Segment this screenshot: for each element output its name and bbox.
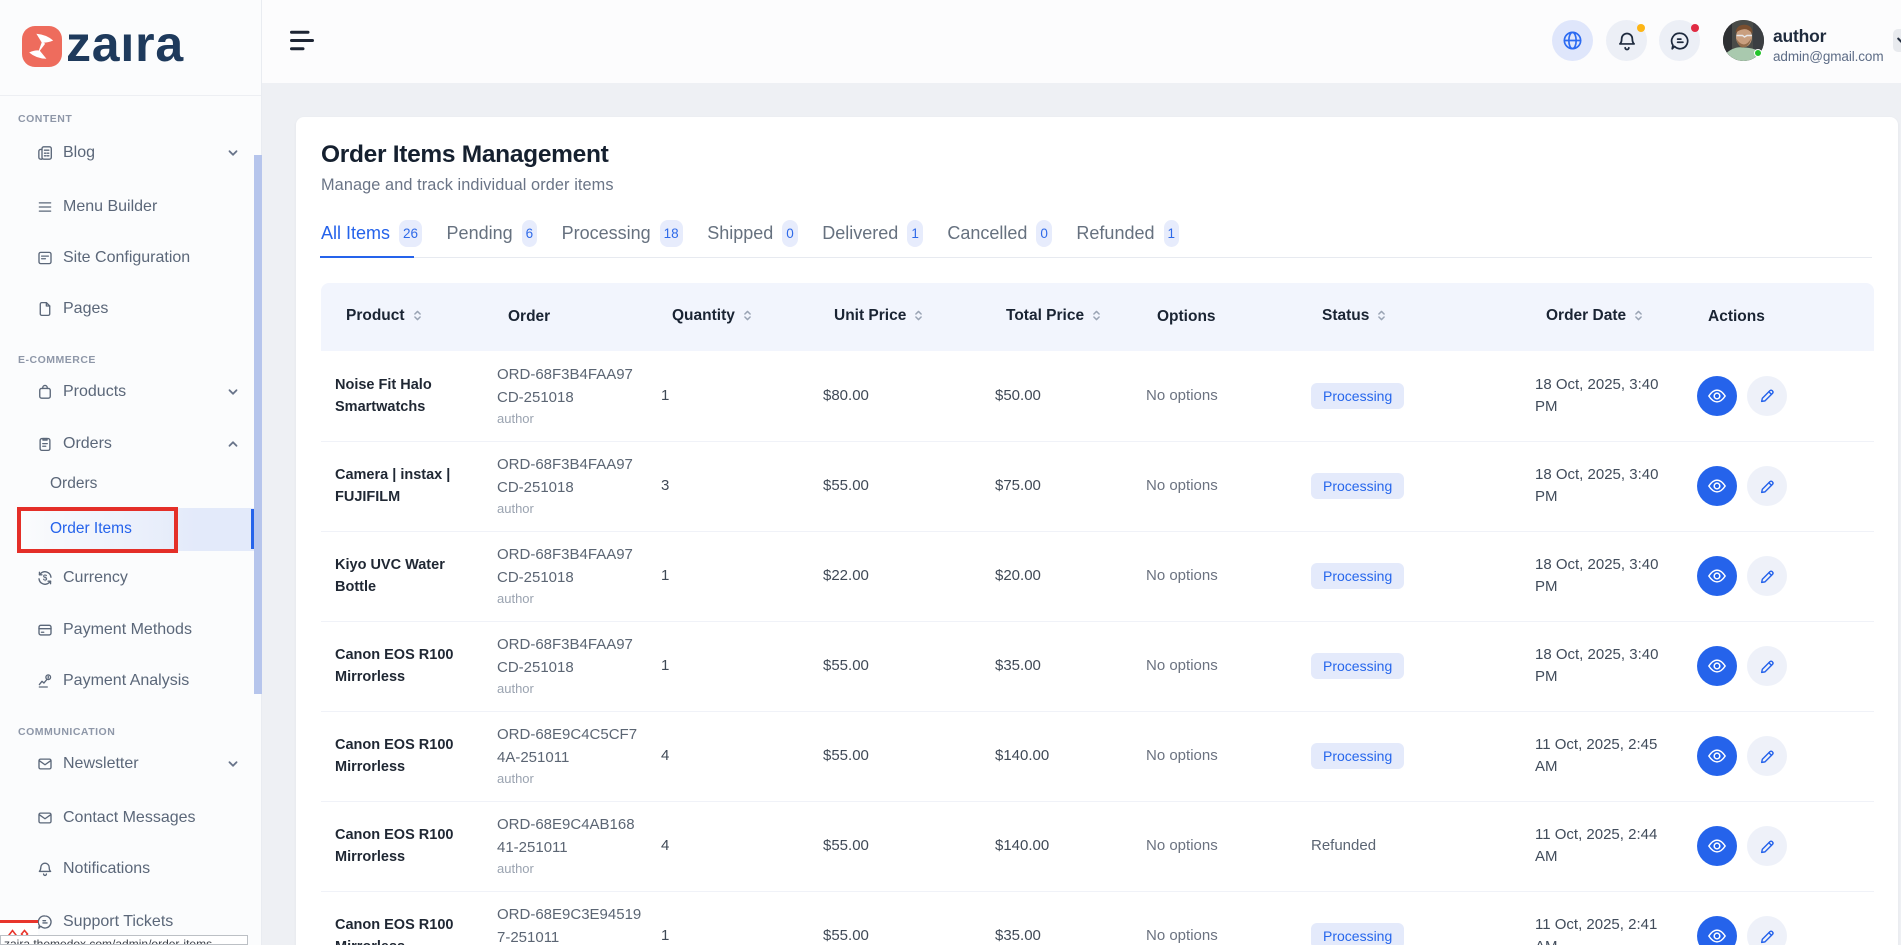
svg-text:$: $ [43, 574, 48, 583]
